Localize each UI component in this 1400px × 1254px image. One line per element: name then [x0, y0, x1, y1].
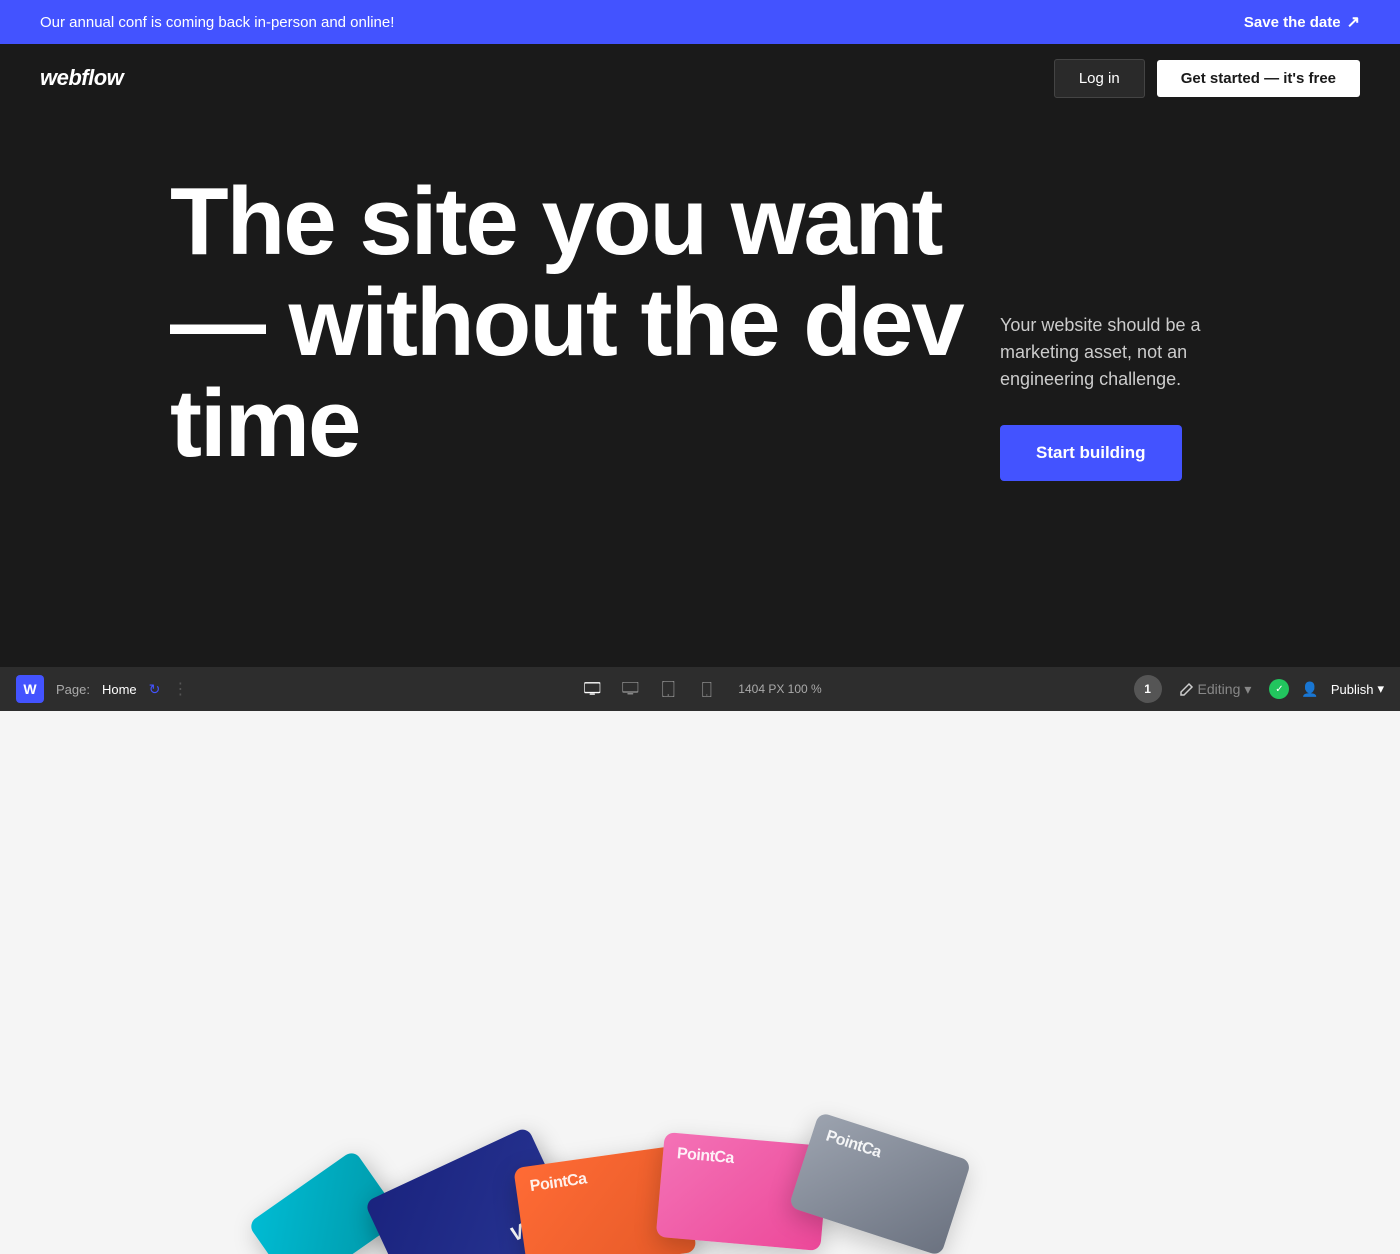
toolbar-viewport-controls: 1404 PX 100 % [578, 675, 821, 703]
person-icon: 👤 [1301, 681, 1318, 698]
viewport-desktop-large-button[interactable] [578, 675, 606, 703]
editor-toolbar: W Page: Home ↻ ⋮ 1404 PX 100 % 1 Editing… [0, 667, 1400, 711]
announcement-bar: Our annual conf is coming back in-person… [0, 0, 1400, 44]
start-building-button[interactable]: Start building [1000, 425, 1182, 481]
toolbar-right-controls: 1 Editing ▾ ✓ 👤 Publish ▾ [1134, 675, 1384, 703]
editing-mode-button[interactable]: Editing ▾ [1174, 679, 1258, 700]
arrow-icon: ↗ [1347, 12, 1360, 32]
status-indicator: ✓ [1269, 679, 1289, 699]
hero-subtext: Your website should be a marketing asset… [1000, 312, 1280, 393]
preview-area: VISA PointCa PointCa PointCa [0, 711, 1400, 1254]
save-the-date-link[interactable]: Save the date ↗ [1244, 12, 1360, 32]
get-started-button[interactable]: Get started — it's free [1157, 60, 1360, 97]
toolbar-divider: ⋮ [172, 679, 188, 699]
avatar-circle: 1 [1134, 675, 1162, 703]
publish-button[interactable]: Publish ▾ [1331, 681, 1384, 697]
hero-headline: The site you want — without the dev time [170, 172, 1030, 474]
cards-scene: VISA PointCa PointCa PointCa [0, 711, 1400, 1254]
pointca-pink-label: PointCa [676, 1145, 734, 1168]
save-the-date-label: Save the date [1244, 14, 1341, 31]
hero-right-content: Your website should be a marketing asset… [1000, 312, 1280, 481]
toolbar-page-label: Page: [56, 682, 90, 697]
toolbar-px-info: 1404 PX 100 % [738, 682, 821, 696]
check-icon: ✓ [1275, 684, 1283, 695]
toolbar-w-logo[interactable]: W [16, 675, 44, 703]
webflow-logo: webflow [40, 65, 123, 91]
viewport-mobile-button[interactable] [692, 675, 720, 703]
editing-label-text: Editing [1198, 681, 1241, 697]
viewport-tablet-button[interactable] [654, 675, 682, 703]
viewport-desktop-button[interactable] [616, 675, 644, 703]
announcement-text: Our annual conf is coming back in-person… [40, 14, 394, 31]
toolbar-page-name: Home [102, 682, 137, 697]
nav-buttons: Log in Get started — it's free [1054, 59, 1360, 98]
navbar: webflow Log in Get started — it's free [0, 44, 1400, 112]
hero-section: The site you want — without the dev time… [0, 112, 1400, 667]
pointca-gray-label: PointCa [823, 1127, 883, 1162]
toolbar-refresh-icon[interactable]: ↻ [149, 681, 161, 698]
pointca-orange-label: PointCa [529, 1170, 588, 1196]
login-button[interactable]: Log in [1054, 59, 1145, 98]
